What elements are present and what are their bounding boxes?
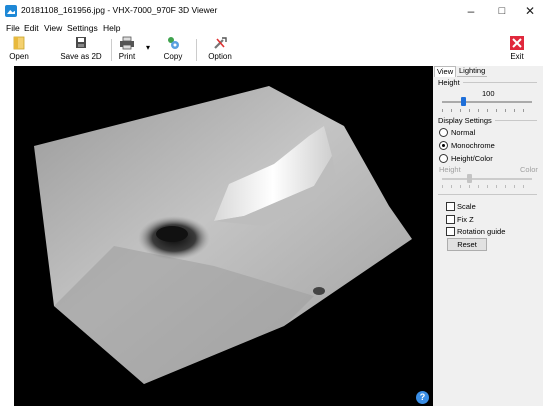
radio-height-color-label: Height/Color bbox=[451, 154, 493, 163]
3d-surface-render bbox=[34, 86, 412, 384]
exit-icon bbox=[510, 36, 524, 50]
close-button[interactable]: ✕ bbox=[517, 2, 543, 20]
radio-monochrome-label: Monochrome bbox=[451, 141, 495, 150]
toolbar: Open Save as 2D Print ▾ Copy Option Exit bbox=[0, 35, 543, 65]
group-divider bbox=[438, 194, 537, 195]
maximize-button[interactable]: □ bbox=[489, 2, 515, 20]
print-button[interactable]: Print bbox=[116, 35, 138, 65]
display-settings-label: Display Settings bbox=[438, 116, 492, 125]
menu-view[interactable]: View bbox=[44, 23, 62, 33]
option-button[interactable]: Option bbox=[206, 35, 234, 65]
color-slider-track bbox=[442, 178, 532, 180]
wrench-icon bbox=[214, 37, 227, 49]
window-title: 20181108_161956.jpg - VHX-7000_970F 3D V… bbox=[21, 5, 218, 15]
height-group-label: Height bbox=[438, 78, 460, 87]
3d-viewport[interactable]: ? bbox=[14, 66, 433, 406]
toolbar-separator bbox=[111, 39, 112, 61]
radio-normal-label: Normal bbox=[451, 128, 476, 137]
toolbar-separator bbox=[196, 39, 197, 61]
rotation-guide-checkbox-label: Rotation guide bbox=[457, 227, 506, 236]
panel-tabs: View Lighting bbox=[433, 66, 543, 77]
color-slider-right-label: Color bbox=[520, 165, 538, 174]
exit-button[interactable]: Exit bbox=[506, 35, 528, 65]
rotation-guide-checkbox[interactable] bbox=[446, 227, 455, 236]
color-slider-ticks bbox=[442, 185, 532, 188]
open-button[interactable]: Open bbox=[8, 35, 30, 65]
menu-edit[interactable]: Edit bbox=[24, 23, 39, 33]
exit-label: Exit bbox=[510, 52, 524, 61]
radio-normal[interactable] bbox=[439, 128, 448, 137]
menu-settings[interactable]: Settings bbox=[67, 23, 98, 33]
app-icon bbox=[5, 5, 17, 17]
copy-button[interactable]: Copy bbox=[160, 35, 186, 65]
fix-z-checkbox-label: Fix Z bbox=[457, 215, 474, 224]
menu-bar: File Edit View Settings Help bbox=[0, 22, 543, 35]
folder-icon bbox=[13, 36, 25, 50]
printer-icon bbox=[120, 36, 134, 50]
print-dropdown[interactable]: ▾ bbox=[144, 35, 152, 65]
fix-z-checkbox[interactable] bbox=[446, 215, 455, 224]
scale-checkbox[interactable] bbox=[446, 202, 455, 211]
dropdown-arrow-icon: ▾ bbox=[146, 43, 151, 52]
open-label: Open bbox=[9, 52, 29, 61]
copy-icon bbox=[168, 37, 179, 49]
tab-lighting[interactable]: Lighting bbox=[457, 66, 488, 77]
save-as-2d-label: Save as 2D bbox=[60, 52, 102, 61]
radio-monochrome[interactable] bbox=[439, 141, 448, 150]
color-slider-thumb[interactable] bbox=[467, 174, 472, 183]
menu-file[interactable]: File bbox=[6, 23, 20, 33]
print-label: Print bbox=[118, 52, 136, 61]
save-as-2d-button[interactable]: Save as 2D bbox=[57, 35, 105, 65]
help-button[interactable]: ? bbox=[416, 391, 429, 404]
height-value: 100 bbox=[482, 89, 495, 98]
title-bar: 20181108_161956.jpg - VHX-7000_970F 3D V… bbox=[0, 0, 543, 22]
save-2d-icon bbox=[76, 37, 86, 48]
group-divider bbox=[463, 82, 537, 83]
menu-help[interactable]: Help bbox=[103, 23, 120, 33]
reset-button[interactable]: Reset bbox=[447, 238, 487, 251]
copy-label: Copy bbox=[163, 52, 183, 61]
minimize-button[interactable]: – bbox=[458, 2, 484, 20]
color-slider-left-label: Height bbox=[439, 165, 461, 174]
radio-height-color[interactable] bbox=[439, 154, 448, 163]
tab-view[interactable]: View bbox=[434, 66, 457, 77]
scale-checkbox-label: Scale bbox=[457, 202, 476, 211]
group-divider bbox=[495, 120, 537, 121]
height-slider-ticks bbox=[442, 109, 532, 112]
height-slider-track bbox=[442, 101, 532, 103]
settings-panel: View Lighting Height 100 Display Setting… bbox=[433, 66, 543, 406]
height-slider-thumb[interactable] bbox=[461, 97, 466, 106]
option-label: Option bbox=[208, 52, 232, 61]
